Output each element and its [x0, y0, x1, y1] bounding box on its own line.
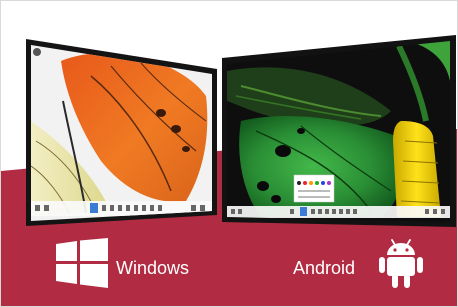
windows-label: Windows [116, 258, 190, 278]
android-robot-icon [379, 239, 423, 288]
android-label: Android [293, 258, 356, 278]
windows-logo-icon [56, 238, 108, 288]
product-banner: Windows Android [0, 0, 458, 307]
